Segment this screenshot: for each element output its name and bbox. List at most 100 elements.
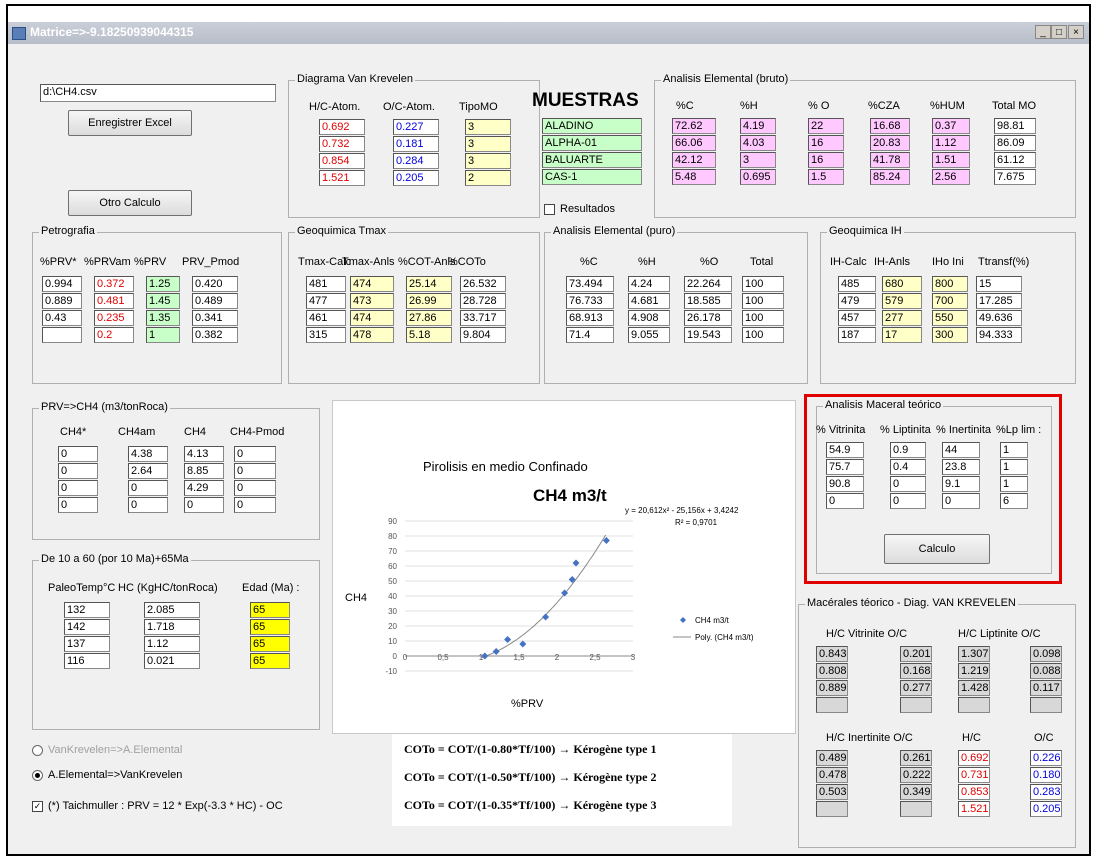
tmax-cell[interactable]: 27.86 — [406, 310, 452, 326]
maceral-cell[interactable]: 23.8 — [942, 459, 980, 475]
tmax-cell[interactable]: 481 — [306, 276, 346, 292]
oc-atom-field[interactable]: 0.284 — [393, 153, 439, 169]
vkteo-tot_hc[interactable]: 1.521 — [958, 801, 990, 817]
bruto-cell[interactable]: 5.48 — [672, 169, 716, 185]
ch4-cell[interactable]: 0 — [234, 480, 276, 496]
vkteo-tot_hc[interactable]: 0.853 — [958, 784, 990, 800]
vkteo-in_oc[interactable]: 0.261 — [900, 750, 932, 766]
bruto-cell[interactable]: 4.03 — [740, 135, 776, 151]
ih-cell[interactable]: 17 — [882, 327, 922, 343]
vkteo-vit_oc[interactable]: 0.277 — [900, 680, 932, 696]
vkteo-tot_hc[interactable]: 0.692 — [958, 750, 990, 766]
tipo-mo-field[interactable]: 3 — [465, 136, 511, 152]
paleo-cell[interactable]: 65 — [250, 619, 290, 635]
puro-cell[interactable]: 4.24 — [628, 276, 670, 292]
maceral-cell[interactable]: 1 — [1000, 442, 1028, 458]
maceral-cell[interactable]: 44 — [942, 442, 980, 458]
ih-cell[interactable]: 680 — [882, 276, 922, 292]
tmax-cell[interactable]: 33.717 — [460, 310, 506, 326]
bruto-cell[interactable]: 61.12 — [994, 152, 1036, 168]
tmax-cell[interactable]: 26.532 — [460, 276, 506, 292]
minimize-button[interactable]: _ — [1035, 25, 1051, 39]
tmax-cell[interactable]: 474 — [350, 310, 394, 326]
ch4-cell[interactable]: 4.29 — [184, 480, 224, 496]
puro-cell[interactable]: 4.681 — [628, 293, 670, 309]
paleo-cell[interactable]: 132 — [64, 602, 110, 618]
maximize-button[interactable]: □ — [1051, 25, 1067, 39]
petro-cell[interactable]: 0.382 — [192, 327, 238, 343]
vkteo-in_oc[interactable]: 0.222 — [900, 767, 932, 783]
maceral-cell[interactable]: 0 — [826, 493, 864, 509]
bruto-cell[interactable]: 1.5 — [808, 169, 844, 185]
ch4-cell[interactable]: 4.13 — [184, 446, 224, 462]
paleo-cell[interactable]: 1.718 — [144, 619, 200, 635]
tmax-cell[interactable]: 473 — [350, 293, 394, 309]
puro-cell[interactable]: 100 — [742, 293, 784, 309]
bruto-cell[interactable]: 22 — [808, 118, 844, 134]
petro-cell[interactable]: 1.45 — [146, 293, 180, 309]
puro-cell[interactable]: 68.913 — [566, 310, 614, 326]
puro-cell[interactable]: 19.543 — [684, 327, 732, 343]
petro-cell[interactable] — [42, 327, 82, 343]
tmax-cell[interactable]: 461 — [306, 310, 346, 326]
petro-cell[interactable]: 1.25 — [146, 276, 180, 292]
vkteo-tot_oc[interactable]: 0.226 — [1030, 750, 1062, 766]
petro-cell[interactable]: 0.372 — [94, 276, 134, 292]
bruto-cell[interactable]: 20.83 — [870, 135, 910, 151]
ch4-cell[interactable]: 0 — [128, 480, 168, 496]
ih-cell[interactable]: 479 — [838, 293, 876, 309]
petro-cell[interactable]: 0.420 — [192, 276, 238, 292]
puro-cell[interactable]: 100 — [742, 276, 784, 292]
ch4-cell[interactable]: 0 — [234, 446, 276, 462]
otro-calculo-button[interactable]: Otro Calculo — [68, 190, 192, 216]
puro-cell[interactable]: 71.4 — [566, 327, 614, 343]
vkteo-tot_oc[interactable]: 0.180 — [1030, 767, 1062, 783]
hc-atom-field[interactable]: 0.692 — [319, 119, 365, 135]
sample-item[interactable]: BALUARTE — [542, 152, 642, 168]
vkteo-in_oc[interactable]: 0.349 — [900, 784, 932, 800]
ih-cell[interactable]: 550 — [932, 310, 968, 326]
ch4-cell[interactable]: 0 — [184, 497, 224, 513]
paleo-cell[interactable]: 65 — [250, 602, 290, 618]
puro-cell[interactable]: 100 — [742, 327, 784, 343]
petro-cell[interactable]: 1.35 — [146, 310, 180, 326]
ch4-cell[interactable]: 0 — [58, 480, 98, 496]
maceral-cell[interactable]: 0 — [942, 493, 980, 509]
vkteo-lip_hc[interactable] — [958, 697, 990, 713]
ih-cell[interactable]: 800 — [932, 276, 968, 292]
ih-cell[interactable]: 457 — [838, 310, 876, 326]
paleo-cell[interactable]: 142 — [64, 619, 110, 635]
maceral-cell[interactable]: 75.7 — [826, 459, 864, 475]
maceral-cell[interactable]: 0.4 — [890, 459, 926, 475]
bruto-cell[interactable]: 0.695 — [740, 169, 776, 185]
vkteo-vit_hc[interactable] — [816, 697, 848, 713]
maceral-cell[interactable]: 0 — [890, 493, 926, 509]
puro-cell[interactable]: 18.585 — [684, 293, 732, 309]
tmax-cell[interactable]: 478 — [350, 327, 394, 343]
tmax-cell[interactable]: 477 — [306, 293, 346, 309]
paleo-cell[interactable]: 137 — [64, 636, 110, 652]
petro-cell[interactable]: 0.994 — [42, 276, 82, 292]
ih-cell[interactable]: 485 — [838, 276, 876, 292]
paleo-cell[interactable]: 1.12 — [144, 636, 200, 652]
ih-cell[interactable]: 15 — [976, 276, 1022, 292]
petro-cell[interactable]: 1 — [146, 327, 180, 343]
maceral-cell[interactable]: 1 — [1000, 459, 1028, 475]
vkteo-vit_oc[interactable] — [900, 697, 932, 713]
tmax-cell[interactable]: 25.14 — [406, 276, 452, 292]
petro-cell[interactable]: 0.341 — [192, 310, 238, 326]
petro-cell[interactable]: 0.235 — [94, 310, 134, 326]
petro-cell[interactable]: 0.889 — [42, 293, 82, 309]
vkteo-in_hc[interactable]: 0.503 — [816, 784, 848, 800]
maceral-cell[interactable]: 90.8 — [826, 476, 864, 492]
bruto-cell[interactable]: 42.12 — [672, 152, 716, 168]
tipo-mo-field[interactable]: 3 — [465, 119, 511, 135]
ih-cell[interactable]: 187 — [838, 327, 876, 343]
vkteo-vit_oc[interactable]: 0.168 — [900, 663, 932, 679]
vkteo-lip_hc[interactable]: 1.307 — [958, 646, 990, 662]
bruto-cell[interactable]: 7.675 — [994, 169, 1036, 185]
bruto-cell[interactable]: 85.24 — [870, 169, 910, 185]
vkteo-vit_hc[interactable]: 0.843 — [816, 646, 848, 662]
maceral-cell[interactable]: 6 — [1000, 493, 1028, 509]
ih-cell[interactable]: 277 — [882, 310, 922, 326]
